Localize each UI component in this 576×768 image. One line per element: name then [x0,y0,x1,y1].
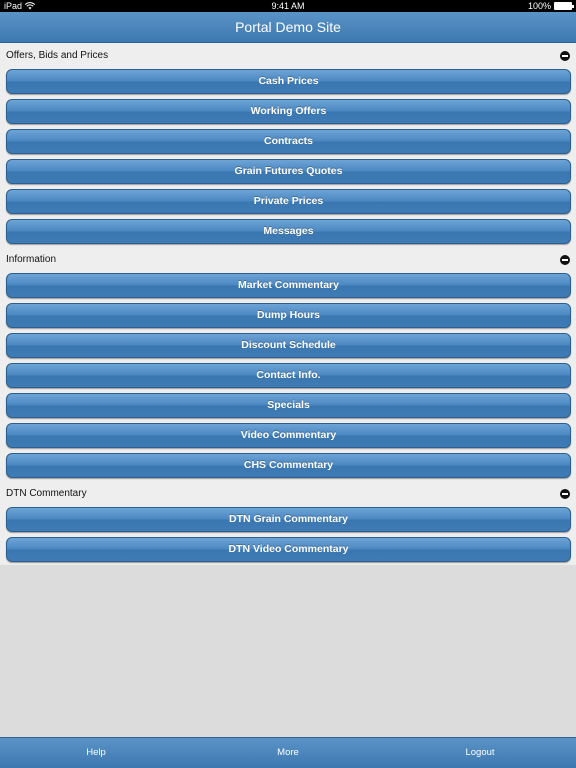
section-title: Offers, Bids and Prices [6,50,109,61]
dump-hours-button[interactable]: Dump Hours [6,303,571,328]
cash-prices-button[interactable]: Cash Prices [6,69,571,94]
tab-bar: Help More Logout [0,737,576,768]
section-body-information: Market Commentary Dump Hours Discount Sc… [0,273,576,481]
section-header-dtn[interactable]: DTN Commentary [0,481,576,507]
messages-button[interactable]: Messages [6,219,571,244]
nav-bar: Portal Demo Site [0,12,576,43]
contracts-button[interactable]: Contracts [6,129,571,154]
menu-content: Offers, Bids and Prices Cash Prices Work… [0,43,576,565]
status-bar: iPad 9:41 AM 100% [0,0,576,12]
battery-icon [554,2,574,10]
tab-more[interactable]: More [192,738,384,768]
battery-percent: 100% [527,1,551,11]
chs-commentary-button[interactable]: CHS Commentary [6,453,571,478]
page-title: Portal Demo Site [235,19,341,35]
grain-futures-quotes-button[interactable]: Grain Futures Quotes [6,159,571,184]
market-commentary-button[interactable]: Market Commentary [6,273,571,298]
dtn-grain-commentary-button[interactable]: DTN Grain Commentary [6,507,571,532]
collapse-icon[interactable] [560,51,570,61]
discount-schedule-button[interactable]: Discount Schedule [6,333,571,358]
private-prices-button[interactable]: Private Prices [6,189,571,214]
contact-info-button[interactable]: Contact Info. [6,363,571,388]
tab-logout[interactable]: Logout [384,738,576,768]
status-right: 100% [527,0,574,12]
section-body-offers: Cash Prices Working Offers Contracts Gra… [0,69,576,247]
collapse-icon[interactable] [560,489,570,499]
section-header-offers[interactable]: Offers, Bids and Prices [0,43,576,69]
section-header-information[interactable]: Information [0,247,576,273]
collapse-icon[interactable] [560,255,570,265]
dtn-video-commentary-button[interactable]: DTN Video Commentary [6,537,571,562]
specials-button[interactable]: Specials [6,393,571,418]
section-title: DTN Commentary [6,488,87,499]
status-time: 9:41 AM [271,1,305,11]
section-title: Information [6,254,57,265]
tab-help[interactable]: Help [0,738,192,768]
video-commentary-button[interactable]: Video Commentary [6,423,571,448]
working-offers-button[interactable]: Working Offers [6,99,571,124]
section-body-dtn: DTN Grain Commentary DTN Video Commentar… [0,507,576,565]
